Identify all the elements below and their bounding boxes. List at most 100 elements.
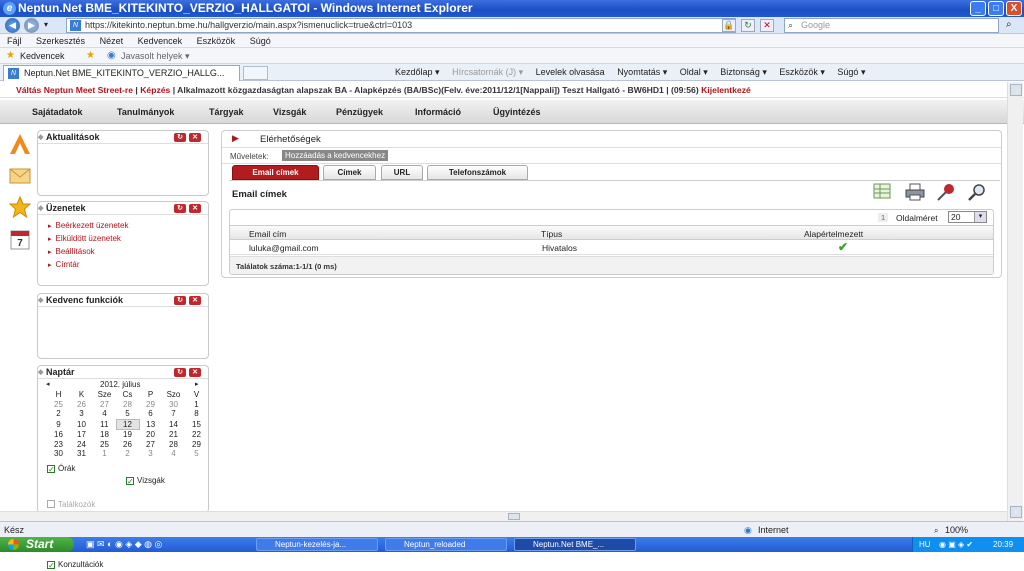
menu-view[interactable]: Nézet	[100, 36, 124, 46]
feeds-button[interactable]: Hírcsatornák (J) ▾	[452, 67, 523, 77]
calendar-day[interactable]: 31	[70, 449, 93, 459]
column-header-type[interactable]: Típus	[541, 229, 562, 239]
tab-url[interactable]: URL	[381, 165, 423, 180]
refresh-panel-icon[interactable]: ↻	[174, 368, 186, 377]
calendar-day[interactable]: 1	[93, 449, 116, 459]
calendar-day[interactable]: 16	[47, 430, 70, 440]
taskbar-item-ie[interactable]: Neptun.Net BME_...	[514, 538, 636, 551]
tray-icons[interactable]: ◉ ▣ ◈ ✔	[939, 537, 973, 552]
tab-addresses[interactable]: Címek	[323, 165, 376, 180]
font-size-icon[interactable]	[9, 133, 31, 155]
menu-administration[interactable]: Ügyintézés	[493, 100, 541, 124]
calendar-day[interactable]: 22	[185, 430, 208, 440]
favorites-button[interactable]: Kedvencek	[20, 48, 65, 64]
search-magnifier-icon[interactable]	[967, 183, 987, 201]
close-panel-icon[interactable]: ✕	[189, 296, 201, 305]
calendar-day[interactable]: 28	[116, 400, 139, 410]
calendar-day[interactable]: 24	[70, 440, 93, 450]
calendar-day[interactable]: 7	[162, 409, 185, 419]
forward-button[interactable]: ▶	[24, 18, 39, 33]
checkbox-icon[interactable]	[47, 499, 55, 508]
calendar-day[interactable]: 2	[116, 449, 139, 459]
safety-menu-button[interactable]: Biztonság ▾	[720, 67, 767, 77]
scroll-down-button[interactable]	[1010, 506, 1022, 518]
horizontal-scrollbar[interactable]	[0, 511, 1007, 521]
maximize-button[interactable]: □	[988, 1, 1004, 16]
menu-tools[interactable]: Eszközök	[197, 36, 236, 46]
menu-studies[interactable]: Tanulmányok	[117, 100, 174, 124]
export-excel-icon[interactable]	[873, 183, 891, 199]
calendar-day[interactable]: 23	[47, 440, 70, 450]
calendar-day[interactable]: 30	[47, 449, 70, 459]
calendar-day[interactable]: 6	[139, 409, 162, 419]
menu-information[interactable]: Információ	[415, 100, 461, 124]
browser-tab-active[interactable]: N Neptun.Net BME_KITEKINTO_VERZIO_HALLG.…	[3, 65, 240, 81]
calendar-day[interactable]: 2	[47, 409, 70, 419]
home-button[interactable]: Kezdőlap ▾	[395, 67, 440, 77]
calendar-side-icon[interactable]: 7	[9, 228, 31, 250]
calendar-day[interactable]: 20	[139, 430, 162, 440]
pin-icon[interactable]	[936, 183, 956, 201]
tools-menu-button[interactable]: Eszközök ▾	[779, 67, 825, 77]
calendar-day[interactable]: 28	[162, 440, 185, 450]
refresh-panel-icon[interactable]: ↻	[174, 204, 186, 213]
messages-envelope-icon[interactable]	[9, 164, 31, 186]
tab-phone-numbers[interactable]: Telefonszámok	[427, 165, 528, 180]
menu-help[interactable]: Súgó	[250, 36, 271, 46]
calendar-day[interactable]: 1	[185, 400, 208, 410]
stop-icon[interactable]: ✕	[760, 19, 774, 32]
calendar-day[interactable]: 11	[93, 419, 116, 430]
close-panel-icon[interactable]: ✕	[189, 204, 201, 213]
back-button[interactable]: ◀	[5, 18, 20, 33]
calendar-day[interactable]: 29	[185, 440, 208, 450]
calendar-day[interactable]: 27	[93, 400, 116, 410]
search-go-icon[interactable]: ⌕	[1006, 19, 1012, 30]
sent-link[interactable]: Elküldött üzenetek	[48, 233, 208, 246]
settings-link[interactable]: Beállítások	[48, 246, 208, 259]
calendar-day[interactable]: 19	[116, 430, 139, 440]
quicklaunch-icons[interactable]: ▣ ✉ ◐ ◉ ◈ ◆ ◍ ◎	[86, 539, 162, 550]
scroll-thumb[interactable]	[508, 513, 520, 520]
menu-file[interactable]: Fájl	[7, 36, 22, 46]
calendar-filter-checkbox[interactable]: ✓ Vizsgák	[126, 475, 296, 487]
pager-page[interactable]: 1	[878, 213, 889, 222]
taskbar-item-word[interactable]: Neptun-kezelés-ja...	[256, 538, 378, 551]
menu-finances[interactable]: Pénzügyek	[336, 100, 383, 124]
menu-edit[interactable]: Szerkesztés	[36, 36, 85, 46]
menu-exams[interactable]: Vizsgák	[273, 100, 306, 124]
calendar-day[interactable]: 26	[70, 400, 93, 410]
new-tab-button[interactable]	[243, 66, 268, 80]
calendar-filter-checkbox[interactable]: Találkozók	[47, 499, 217, 511]
refresh-panel-icon[interactable]: ↻	[174, 296, 186, 305]
print-icon[interactable]	[905, 183, 925, 201]
calendar-filter-checkbox[interactable]: ✓ Konzultációk	[47, 559, 217, 571]
page-size-select[interactable]: 20 ▾	[948, 211, 987, 223]
favorites-star-side-icon[interactable]	[8, 195, 32, 219]
vertical-scrollbar[interactable]	[1007, 82, 1023, 522]
calendar-day[interactable]: 29	[139, 400, 162, 410]
add-favorite-icon[interactable]: ★	[86, 48, 95, 64]
table-row[interactable]: luluka@gmail.com Hivatalos ✔	[230, 240, 993, 255]
start-button[interactable]: Start	[0, 537, 74, 552]
calendar-prev-button[interactable]: ◂	[46, 379, 50, 390]
address-input[interactable]: N https://kitekinto.neptun.bme.hu/hallgv…	[66, 18, 736, 33]
checkbox-icon[interactable]: ✓	[47, 464, 55, 473]
calendar-day[interactable]: 25	[47, 400, 70, 410]
close-button[interactable]: X	[1006, 1, 1022, 16]
calendar-day[interactable]: 27	[139, 440, 162, 450]
taskbar-item-folder[interactable]: Neptun_reloaded	[385, 538, 507, 551]
print-button[interactable]: Nyomtatás ▾	[617, 67, 667, 77]
calendar-day[interactable]: 3	[139, 449, 162, 459]
calendar-day[interactable]: 26	[116, 440, 139, 450]
add-to-favorites-button[interactable]: Hozzáadás a kedvencekhez	[282, 150, 389, 161]
calendar-day[interactable]: 3	[70, 409, 93, 419]
calendar-day[interactable]: 13	[139, 419, 162, 430]
lock-icon[interactable]: 🔒	[722, 19, 736, 32]
minimize-button[interactable]: _	[970, 1, 986, 16]
calendar-day[interactable]: 17	[70, 430, 93, 440]
calendar-day[interactable]: 15	[185, 419, 208, 430]
calendar-day[interactable]: 8	[185, 409, 208, 419]
calendar-day[interactable]: 18	[93, 430, 116, 440]
refresh-panel-icon[interactable]: ↻	[174, 133, 186, 142]
calendar-day[interactable]: 14	[162, 419, 185, 430]
